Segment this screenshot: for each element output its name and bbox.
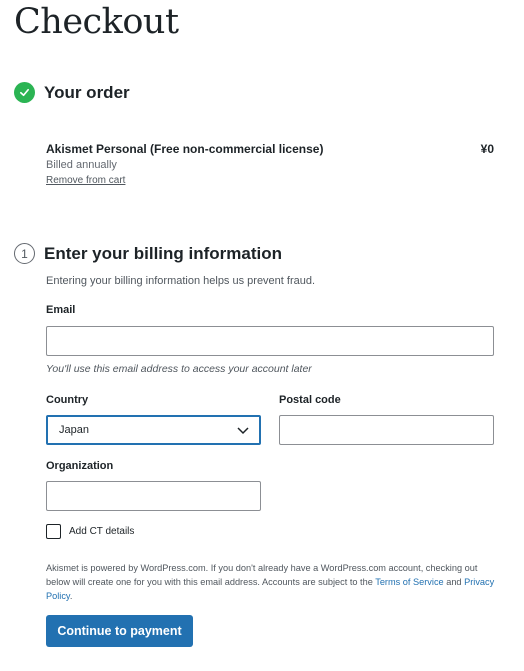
postal-code-label: Postal code [279, 394, 341, 406]
terms-of-service-link[interactable]: Terms of Service [375, 577, 443, 587]
billing-step-title: Enter your billing information [44, 243, 282, 263]
postal-code-field[interactable] [279, 415, 494, 445]
email-field[interactable] [46, 326, 494, 356]
remove-from-cart-link[interactable]: Remove from cart [46, 175, 125, 186]
continue-to-payment-button[interactable]: Continue to payment [46, 615, 193, 647]
order-step-title: Your order [44, 82, 130, 102]
chevron-down-icon [237, 425, 249, 438]
ct-details-label[interactable]: Add CT details [69, 526, 134, 537]
organization-label: Organization [46, 460, 114, 472]
page-title: Checkout [14, 2, 179, 42]
product-name: Akismet Personal (Free non-commercial li… [46, 142, 324, 156]
product-price: ¥0 [480, 142, 494, 156]
legal-text-3: . [69, 591, 73, 601]
billing-note: Entering your billing information helps … [46, 275, 316, 287]
legal-text-2: and [443, 577, 465, 587]
billing-period: Billed annually [46, 159, 117, 171]
country-select[interactable]: Japan [46, 415, 261, 445]
ct-details-row[interactable]: Add CT details [46, 524, 134, 539]
step-number-badge: 1 [14, 243, 35, 264]
order-line-item: Akismet Personal (Free non-commercial li… [46, 142, 494, 156]
email-label: Email [46, 304, 76, 316]
billing-step-header: 1 Enter your billing information [14, 243, 282, 264]
country-selected-value: Japan [59, 424, 89, 436]
checkmark-icon [14, 82, 35, 103]
country-label: Country [46, 394, 89, 406]
legal-notice: Akismet is powered by WordPress.com. If … [46, 561, 498, 603]
organization-field[interactable] [46, 481, 261, 511]
email-hint: You'll use this email address to access … [46, 363, 312, 375]
order-step-header: Your order [14, 82, 130, 103]
ct-details-checkbox[interactable] [46, 524, 61, 539]
